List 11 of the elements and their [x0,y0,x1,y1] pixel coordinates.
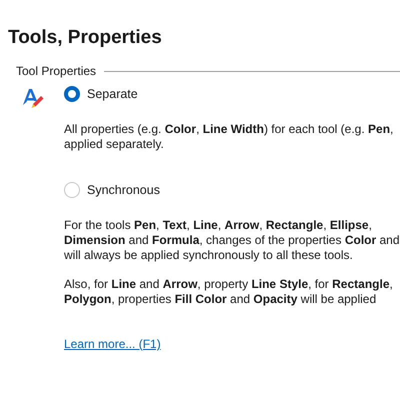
radio-button[interactable] [64,86,80,102]
description-text: Also, for Line and Arrow, property Line Style, for Rectangle, Polygon, properties Fill Color and Opacity will be applied [64,277,393,307]
option-label[interactable]: Separate [87,87,138,101]
radio-button[interactable] [64,182,80,198]
page-title: Tools, Properties [8,27,162,49]
text-pencil-icon [22,87,44,109]
option-label[interactable]: Synchronous [87,183,160,197]
description-text: All properties (e.g. Color, Line Width) for each tool (e.g. Pen, applied separately. [64,122,394,152]
description-text: For the tools Pen, Text, Line, Arrow, Rectangle, Ellipse, Dimension and Formula, changes of the properties Color and will always be applied synchronously to all these tools. [64,218,400,263]
group-label: Tool Properties [16,64,96,78]
learn-more-link[interactable]: Learn more... (F1) [64,337,161,351]
